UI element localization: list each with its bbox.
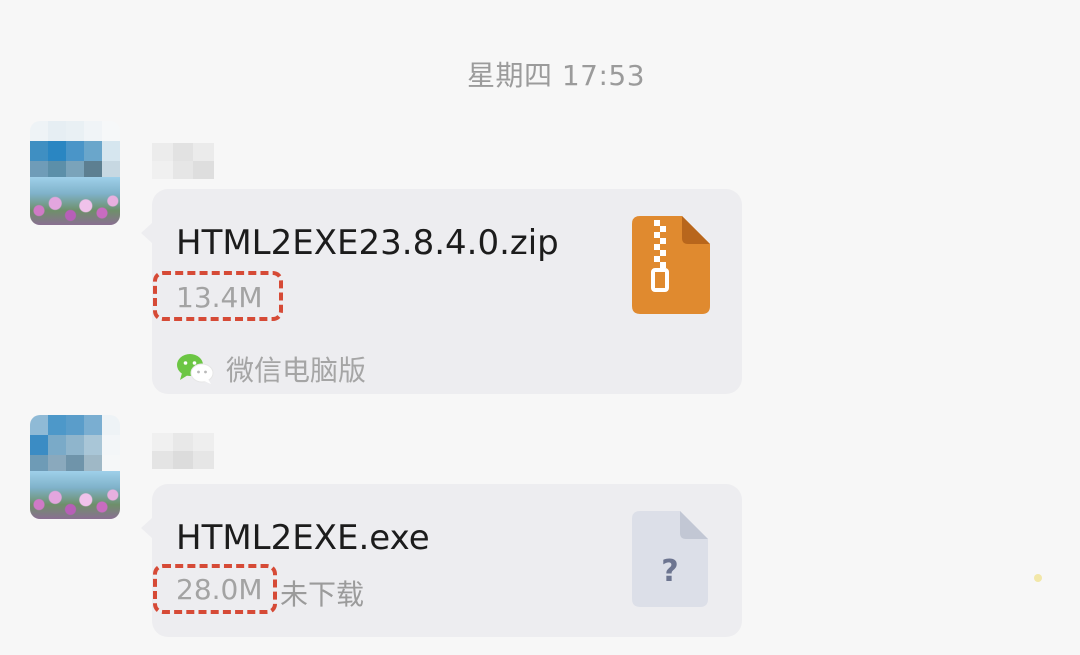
avatar-mosaic bbox=[30, 121, 120, 181]
download-status: 未下载 bbox=[280, 578, 365, 611]
file-size-highlight bbox=[153, 564, 277, 614]
sender-avatar[interactable] bbox=[30, 415, 120, 519]
avatar-photo bbox=[30, 471, 120, 519]
wechat-icon bbox=[177, 354, 214, 384]
file-size-highlight bbox=[153, 271, 283, 321]
file-message-bubble[interactable]: HTML2EXE23.8.4.0.zip 13.4M 微信电脑版 bbox=[141, 189, 742, 394]
source-label: 微信电脑版 bbox=[226, 354, 367, 387]
unknown-file-icon[interactable]: ? bbox=[632, 511, 708, 607]
chat-timestamp: 星期四 17:53 bbox=[466, 59, 646, 92]
file-name: HTML2EXE23.8.4.0.zip bbox=[176, 223, 559, 263]
zip-file-icon[interactable] bbox=[632, 216, 710, 314]
avatar-mosaic bbox=[30, 415, 120, 475]
file-name: HTML2EXE.exe bbox=[176, 518, 430, 558]
svg-text:?: ? bbox=[661, 554, 678, 589]
source-row: 微信电脑版 bbox=[176, 349, 366, 389]
avatar-photo bbox=[30, 177, 120, 225]
sender-avatar[interactable] bbox=[30, 121, 120, 225]
decorative-dot bbox=[1034, 574, 1042, 582]
sender-name-blurred bbox=[152, 143, 214, 179]
file-message-bubble[interactable]: HTML2EXE.exe 28.0M 未下载 ? bbox=[141, 484, 742, 637]
sender-name-blurred bbox=[152, 433, 214, 469]
